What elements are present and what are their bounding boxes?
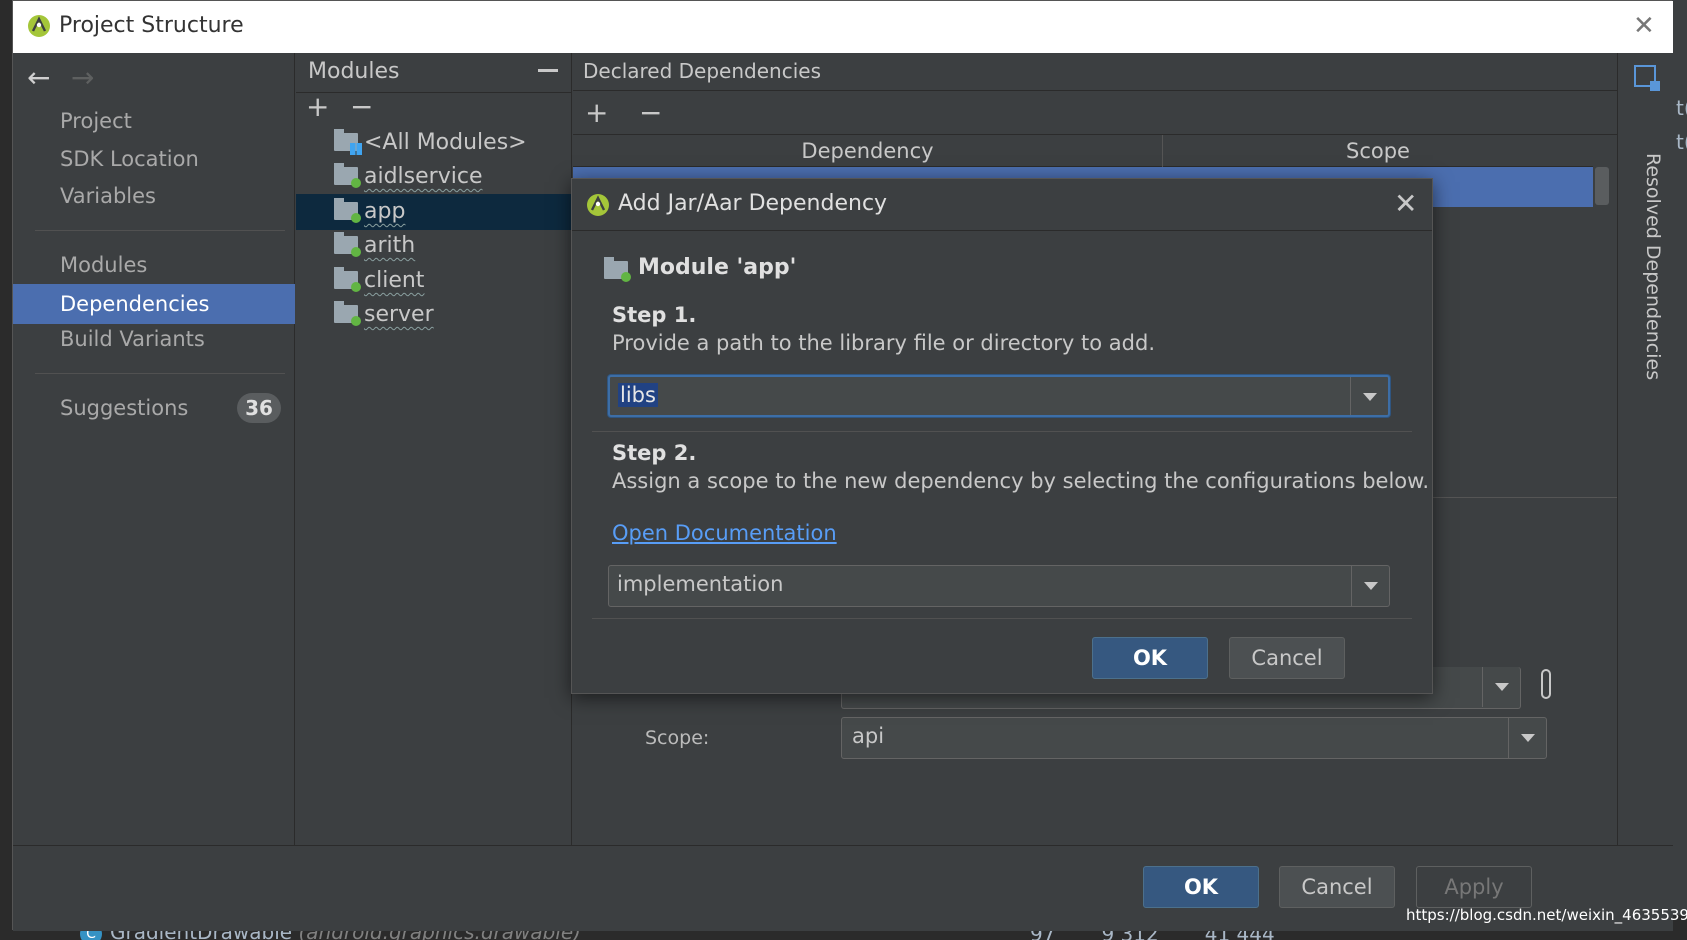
module-folder-icon	[334, 232, 361, 257]
close-icon[interactable]: ✕	[1633, 11, 1655, 41]
add-jar-aar-dependency-dialog: Add Jar/Aar Dependency ✕ Module 'app' St…	[571, 178, 1433, 694]
add-module-icon[interactable]: +	[306, 93, 329, 121]
module-folder-icon	[334, 301, 361, 326]
declared-dependencies-title: Declared Dependencies	[583, 59, 821, 83]
dialog-divider	[592, 618, 1412, 619]
modules-header: Modules	[296, 53, 572, 93]
dropdown-button[interactable]	[1482, 667, 1520, 707]
scope-label: Scope:	[645, 727, 710, 749]
dependencies-toolbar: + −	[573, 91, 1617, 135]
step2-description: Assign a scope to the new dependency by …	[612, 469, 1430, 493]
open-documentation-link[interactable]: Open Documentation	[612, 521, 837, 545]
watermark-url: https://blog.csdn.net/weixin_46355399	[1406, 906, 1687, 924]
step1-title: Step 1.	[612, 303, 697, 327]
chevron-down-icon	[1364, 582, 1378, 590]
scope-select[interactable]: api	[841, 717, 1547, 759]
configuration-value: implementation	[617, 572, 784, 596]
module-item-app[interactable]: app	[296, 194, 572, 230]
nav-item-dependencies[interactable]: Dependencies	[13, 284, 295, 324]
chevron-down-icon	[1495, 683, 1509, 691]
window-footer: OK Cancel Apply https://blog.csdn.net/we…	[13, 845, 1687, 931]
nav-item-suggestions[interactable]: Suggestions 36	[13, 388, 295, 428]
column-header-dependency[interactable]: Dependency	[573, 135, 1163, 167]
module-label: Module 'app'	[638, 255, 797, 280]
nav-item-project[interactable]: Project	[13, 101, 295, 141]
back-arrow-icon[interactable]: ←	[27, 61, 50, 94]
module-item-label: client	[364, 268, 425, 293]
module-item-server[interactable]: server	[296, 297, 572, 333]
column-header-scope[interactable]: Scope	[1163, 135, 1593, 167]
chevron-down-icon	[1521, 734, 1535, 742]
scrollbar[interactable]	[1595, 167, 1609, 205]
module-item-label: arith	[364, 233, 416, 258]
window-title: Project Structure	[59, 13, 244, 38]
dialog-body: Module 'app' Step 1. Provide a path to t…	[572, 231, 1432, 693]
module-folder-icon	[604, 257, 631, 282]
dependencies-icon	[1634, 65, 1660, 91]
remove-module-icon[interactable]: −	[350, 93, 373, 121]
library-path-value[interactable]: libs	[618, 383, 658, 407]
ok-button[interactable]: OK	[1143, 866, 1259, 908]
nav-divider	[35, 373, 285, 374]
step1-description: Provide a path to the library file or di…	[612, 331, 1155, 355]
module-item-label: app	[364, 199, 406, 224]
dependencies-table-header: Dependency Scope	[573, 135, 1593, 167]
nav-divider	[35, 230, 285, 231]
scope-value: api	[852, 724, 885, 748]
nav-item-modules[interactable]: Modules	[13, 245, 295, 285]
window-title-bar: Project Structure ✕	[13, 1, 1673, 53]
all-modules-folder-icon	[334, 129, 362, 155]
nav-item-sdk-location[interactable]: SDK Location	[13, 139, 295, 179]
module-item-aidlservice[interactable]: aidlservice	[296, 159, 572, 195]
apply-button[interactable]: Apply	[1416, 866, 1532, 908]
scope-dropdown-button[interactable]	[1508, 718, 1546, 758]
suggestions-label: Suggestions	[60, 396, 189, 420]
module-item-client[interactable]: client	[296, 263, 572, 299]
dialog-title: Add Jar/Aar Dependency	[618, 191, 888, 216]
step2-title: Step 2.	[612, 441, 697, 465]
module-folder-icon	[334, 267, 361, 292]
forward-arrow-icon[interactable]: →	[71, 61, 94, 94]
dialog-divider	[592, 431, 1412, 432]
library-path-combo[interactable]: libs	[608, 375, 1390, 417]
module-item-arith[interactable]: arith	[296, 228, 572, 264]
android-studio-icon	[28, 15, 50, 37]
module-item-label: server	[364, 302, 434, 327]
add-dependency-icon[interactable]: +	[585, 99, 608, 127]
configuration-dropdown-button[interactable]	[1351, 566, 1389, 606]
resolved-dependencies-tab[interactable]: Resolved Dependencies	[1617, 53, 1673, 845]
module-folder-icon	[334, 163, 361, 188]
path-dropdown-button[interactable]	[1350, 377, 1388, 415]
project-structure-window: Project Structure ✕ ← → Project SDK Loca…	[12, 0, 1687, 931]
suggestions-count-badge: 36	[237, 393, 281, 423]
minimize-icon[interactable]	[538, 69, 558, 72]
configuration-select[interactable]: implementation	[608, 565, 1390, 607]
declared-dependencies-header: Declared Dependencies	[573, 53, 1617, 91]
android-studio-icon	[587, 194, 609, 216]
left-navigation: ← → Project SDK Location Variables Modul…	[13, 53, 295, 845]
dialog-title-bar: Add Jar/Aar Dependency ✕	[572, 179, 1432, 231]
remove-dependency-icon[interactable]: −	[639, 99, 662, 127]
module-item-all-modules[interactable]: <All Modules>	[296, 125, 572, 161]
module-folder-icon	[334, 198, 361, 223]
close-icon[interactable]: ✕	[1394, 187, 1417, 220]
resolved-dependencies-label: Resolved Dependencies	[1642, 153, 1664, 381]
background-edge-text: t(	[1676, 96, 1687, 120]
cancel-button[interactable]: Cancel	[1279, 866, 1395, 908]
modules-panel: Modules + − <All Modules> aidlservice ap…	[296, 53, 572, 845]
dialog-cancel-button[interactable]: Cancel	[1229, 637, 1345, 679]
partial-control[interactable]	[1541, 669, 1551, 699]
modules-title: Modules	[308, 59, 400, 84]
nav-item-variables[interactable]: Variables	[13, 176, 295, 216]
dialog-ok-button[interactable]: OK	[1092, 637, 1208, 679]
nav-item-build-variants[interactable]: Build Variants	[13, 319, 295, 359]
module-item-label: aidlservice	[364, 164, 483, 189]
background-edge-text: t(	[1676, 130, 1687, 154]
module-item-label: <All Modules>	[364, 130, 527, 155]
chevron-down-icon	[1363, 393, 1377, 401]
